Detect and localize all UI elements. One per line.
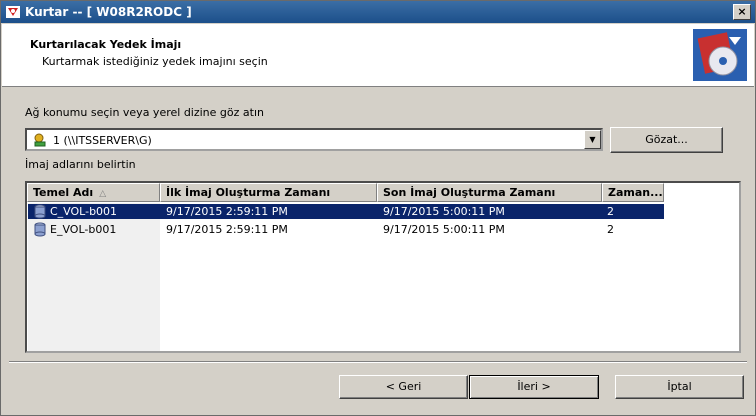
row-last-time: 9/17/2015 5:00:11 PM: [383, 205, 505, 218]
row-last-time: 9/17/2015 5:00:11 PM: [383, 223, 505, 236]
column-header-name[interactable]: Temel Adı △: [27, 183, 160, 202]
column-header-count[interactable]: Zaman...: [602, 183, 664, 202]
title-bar: Kurtar -- [ W08R2RODC ] ×: [1, 1, 755, 23]
image-names-label: İmaj adlarını belirtin: [25, 158, 136, 171]
table-row[interactable]: C_VOL-b001 9/17/2015 2:59:11 PM 9/17/201…: [28, 204, 664, 219]
disk-icon: [34, 222, 46, 237]
footer-divider: [9, 361, 747, 363]
column-header-last-time[interactable]: Son İmaj Oluşturma Zamanı: [377, 183, 602, 202]
dropdown-arrow-icon[interactable]: ▼: [584, 130, 601, 149]
row-first-time: 9/17/2015 2:59:11 PM: [166, 223, 288, 236]
list-header: Temel Adı △ İlk İmaj Oluşturma Zamanı Son…: [27, 183, 739, 203]
column-header-first-time[interactable]: İlk İmaj Oluşturma Zamanı: [160, 183, 377, 202]
location-value: 1 (\\ITSSERVER\G): [53, 134, 152, 147]
selection-highlight: [28, 204, 664, 219]
sort-up-icon: △: [99, 189, 107, 199]
wizard-header: Kurtarılacak Yedek İmajı Kurtarmak isted…: [2, 24, 754, 87]
row-name: C_VOL-b001: [50, 205, 118, 218]
app-logo-icon: [6, 6, 20, 18]
backup-disc-icon: [693, 29, 747, 81]
network-location-label: Ağ konumu seçin veya yerel dizine göz at…: [25, 106, 264, 119]
disk-icon: [34, 204, 46, 219]
image-list[interactable]: Temel Adı △ İlk İmaj Oluşturma Zamanı Son…: [25, 181, 741, 353]
row-first-time: 9/17/2015 2:59:11 PM: [166, 205, 288, 218]
recovery-dialog: Kurtar -- [ W08R2RODC ] × Kurtarılacak Y…: [0, 0, 756, 416]
row-count: 2: [607, 223, 614, 236]
column-header-label: Temel Adı: [33, 186, 94, 199]
page-subtitle: Kurtarmak istediğiniz yedek imajını seçi…: [42, 55, 268, 68]
network-drive-icon: [34, 133, 46, 147]
row-name: E_VOL-b001: [50, 223, 117, 236]
row-count: 2: [607, 205, 614, 218]
browse-button[interactable]: Gözat...: [610, 127, 723, 153]
back-button[interactable]: < Geri: [339, 375, 468, 399]
table-row[interactable]: E_VOL-b001 9/17/2015 2:59:11 PM 9/17/201…: [28, 222, 664, 237]
next-button[interactable]: İleri >: [469, 375, 599, 399]
window-title: Kurtar -- [ W08R2RODC ]: [25, 5, 192, 19]
cancel-button[interactable]: İptal: [615, 375, 744, 399]
location-dropdown[interactable]: 1 (\\ITSSERVER\G) ▼: [25, 128, 603, 151]
close-icon[interactable]: ×: [733, 4, 751, 20]
page-title: Kurtarılacak Yedek İmajı: [30, 38, 182, 51]
